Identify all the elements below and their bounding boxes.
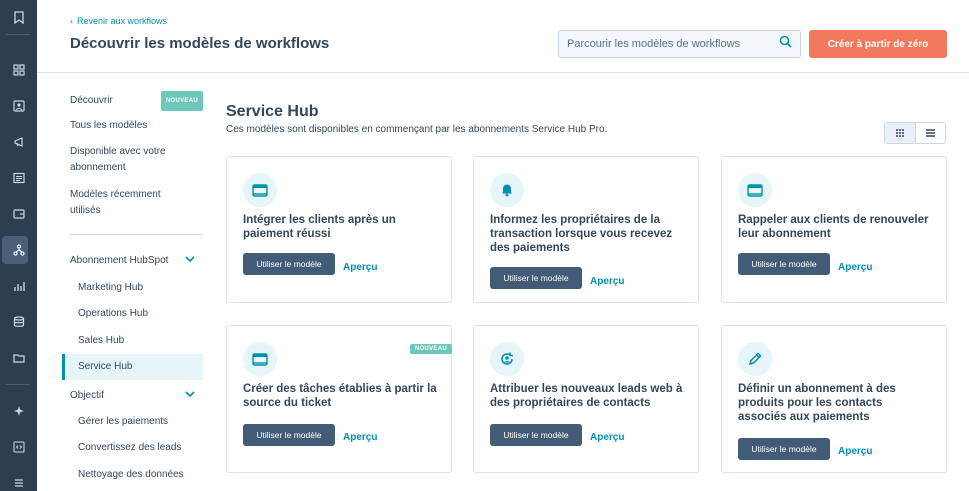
card-title: Définir un abonnement à des produits pou…: [738, 383, 896, 423]
section-title: Service Hub: [226, 103, 319, 120]
card-title: Informez les propriétaires de la transac…: [490, 214, 673, 254]
database-icon[interactable]: [0, 308, 37, 336]
use-template-button[interactable]: Utiliser le modèle: [243, 253, 335, 275]
sidebar-item-operations-hub[interactable]: Operations Hub: [78, 308, 148, 319]
chevron-down-icon: [185, 390, 195, 401]
sidebar-item-all-models[interactable]: Tous les modèles: [70, 118, 147, 134]
sidebar-item-discover[interactable]: Découvrir NOUVEAU: [70, 91, 203, 111]
section-label: Objectif: [70, 390, 104, 401]
sparkle-icon[interactable]: [0, 397, 37, 425]
grid-view-button[interactable]: [885, 123, 916, 143]
template-card: Informez les propriétaires de la transac…: [473, 156, 699, 303]
template-card: Rappeler aux clients de renouveler leur …: [721, 156, 947, 303]
bookmark-icon[interactable]: [0, 3, 37, 31]
new-badge: NOUVEAU: [409, 344, 452, 354]
page-title: Découvrir les modèles de workflows: [70, 35, 330, 52]
bell-icon: [490, 173, 524, 207]
sidebar-item-available[interactable]: Disponible avec votre abonnement: [70, 144, 166, 176]
sidebar-divider: [70, 234, 203, 235]
list-view-button[interactable]: [916, 123, 946, 143]
card-title: Intégrer les clients après un paiement r…: [243, 214, 396, 240]
dashboard-icon[interactable]: [0, 56, 37, 84]
template-card: Attribuer les nouveaux leads web à des p…: [473, 325, 699, 473]
grid-icon: [895, 124, 904, 142]
sidebar-item-service-hub[interactable]: Service Hub: [78, 361, 132, 372]
list-icon: [925, 124, 935, 142]
sidebar-item-label: abonnement: [70, 162, 126, 173]
reports-icon[interactable]: [0, 272, 37, 300]
sidebar-item-convert-leads[interactable]: Convertissez des leads: [78, 442, 181, 453]
section-subtitle: Ces modèles sont disponibles en commença…: [226, 124, 608, 135]
preview-link[interactable]: Aperçu: [590, 432, 624, 443]
sidebar-item-sales-hub[interactable]: Sales Hub: [78, 335, 124, 346]
card-title: Attribuer les nouveaux leads web à des p…: [490, 383, 683, 409]
preview-link[interactable]: Aperçu: [343, 262, 377, 273]
preview-link[interactable]: Aperçu: [590, 276, 624, 287]
section-label: Abonnement HubSpot: [70, 255, 169, 266]
browser-window-icon: [738, 173, 772, 207]
megaphone-icon[interactable]: [0, 128, 37, 156]
template-card: NOUVEAU Créer des tâches établies à part…: [226, 325, 452, 473]
sidebar-item-marketing-hub[interactable]: Marketing Hub: [78, 282, 143, 293]
view-toggle: [884, 122, 946, 144]
sidebar-item-label: utilisés: [70, 205, 101, 216]
use-template-button[interactable]: Utiliser le modèle: [738, 253, 830, 275]
use-template-button[interactable]: Utiliser le modèle: [490, 424, 582, 446]
pencil-icon: [738, 342, 772, 376]
sidebar-item-recent[interactable]: Modèles récemment utilisés: [70, 187, 161, 219]
create-from-scratch-button[interactable]: Créer à partir de zéro: [809, 30, 947, 58]
use-template-button[interactable]: Utiliser le modèle: [243, 424, 335, 446]
left-nav-rail: [0, 0, 37, 491]
back-link[interactable]: ‹ Revenir aux workflows: [70, 16, 167, 26]
commerce-icon[interactable]: [0, 200, 37, 228]
search-input[interactable]: [567, 38, 779, 50]
use-template-button[interactable]: Utiliser le modèle: [490, 267, 582, 289]
folder-icon[interactable]: [0, 344, 37, 372]
card-title: Créer des tâches établies à partir la so…: [243, 383, 437, 409]
preview-link[interactable]: Aperçu: [838, 446, 872, 457]
content-icon[interactable]: [0, 164, 37, 192]
automation-icon[interactable]: [0, 236, 37, 264]
sidebar-item-data-cleanup[interactable]: Nettoyage des données: [78, 469, 184, 480]
sidebar-item-manage-payments[interactable]: Gérer les paiements: [78, 416, 168, 427]
search-box: [558, 30, 801, 58]
chevron-left-icon: ‹: [70, 16, 73, 26]
sidebar-item-label: Modèles récemment: [70, 189, 161, 200]
code-icon[interactable]: [0, 433, 37, 461]
use-template-button[interactable]: Utiliser le modèle: [738, 438, 830, 460]
subscription-section-toggle[interactable]: Abonnement HubSpot: [70, 255, 195, 266]
template-card: Définir un abonnement à des produits pou…: [721, 325, 947, 473]
card-title: Rappeler aux clients de renouveler leur …: [738, 214, 929, 240]
template-card: Intégrer les clients après un paiement r…: [226, 156, 452, 303]
new-badge: NOUVEAU: [160, 91, 203, 111]
back-link-label: Revenir aux workflows: [77, 16, 168, 26]
search-icon[interactable]: [779, 35, 792, 53]
contacts-icon[interactable]: [0, 92, 37, 120]
sidebar-item-label: Disponible avec votre: [70, 146, 166, 157]
browser-window-icon: [243, 173, 277, 207]
menu-icon[interactable]: [0, 469, 37, 491]
sidebar-item-label: Découvrir: [70, 95, 113, 106]
chevron-down-icon: [185, 255, 195, 266]
browser-window-icon: [243, 342, 277, 376]
objective-section-toggle[interactable]: Objectif: [70, 390, 195, 401]
preview-link[interactable]: Aperçu: [838, 262, 872, 273]
page-header: ‹ Revenir aux workflows Découvrir les mo…: [37, 0, 969, 73]
preview-link[interactable]: Aperçu: [343, 432, 377, 443]
assign-cycle-icon: [490, 342, 524, 376]
